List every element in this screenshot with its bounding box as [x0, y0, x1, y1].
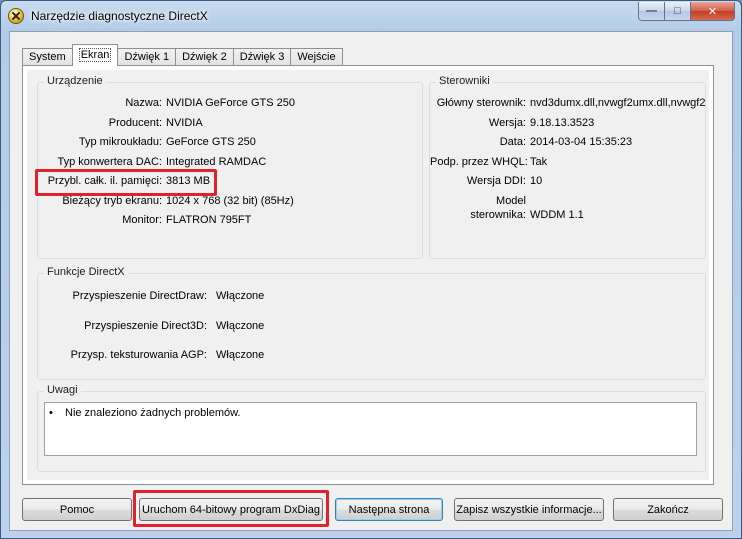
tab-ekran[interactable]: Ekran [71, 44, 119, 66]
directx-app-icon [8, 8, 24, 24]
device-row-dac-type: Typ konwertera DAC: Integrated RAMDAC [38, 156, 424, 170]
device-value: 1024 x 768 (32 bit) (85Hz) [166, 195, 294, 207]
drivers-label: Podp. przez WHQL: [430, 156, 528, 168]
device-label: Typ mikroukładu: [78, 136, 162, 148]
tab-label: Dźwięk 2 [182, 51, 227, 63]
device-row-manufacturer: Producent: NVIDIA [38, 117, 424, 131]
drivers-value: 9.18.13.3523 [530, 117, 595, 129]
drivers-legend: Sterowniki [436, 75, 493, 87]
feature-label: Przysp. teksturowania AGP: [70, 349, 207, 361]
feature-label: Przyspieszenie DirectDraw: [72, 290, 207, 302]
device-row-chip-type: Typ mikroukładu: GeForce GTS 250 [38, 136, 424, 150]
tab-wejscie[interactable]: Wejście [290, 48, 343, 66]
feature-row-directdraw: Przyspieszenie DirectDraw: Włączone [38, 290, 707, 304]
note-item: Nie znaleziono żadnych problemów. [65, 407, 241, 419]
device-row-name: Nazwa: NVIDIA GeForce GTS 250 [38, 97, 424, 111]
drivers-row-whql: Podp. przez WHQL: Tak [430, 156, 707, 170]
save-all-info-button[interactable]: Zapisz wszystkie informacje... [454, 498, 604, 521]
drivers-row-main: Główny sterownik: nvd3dumx.dll,nvwgf2umx… [430, 97, 707, 111]
drivers-row-ddi: Wersja DDI: 10 [430, 175, 707, 189]
device-value: FLATRON 795FT [166, 214, 252, 226]
drivers-label: Wersja DDI: [466, 175, 526, 187]
features-legend: Funkcje DirectX [44, 266, 128, 278]
maximize-icon: □ [674, 5, 681, 17]
device-label: Typ konwertera DAC: [57, 156, 162, 168]
drivers-row-model: sterownika: WDDM 1.1 [430, 209, 707, 223]
device-value: Integrated RAMDAC [166, 156, 267, 168]
device-label: Nazwa: [125, 97, 162, 109]
tab-label: Dźwięk 3 [239, 51, 285, 63]
dialog-body: System Ekran Dźwięk 1 Dźwięk 2 Dźwięk 3 … [9, 31, 733, 531]
maximize-button[interactable]: □ [665, 2, 691, 21]
device-value: NVIDIA GeForce GTS 250 [166, 97, 295, 109]
notes-legend: Uwagi [44, 384, 81, 396]
device-label: Bieżący tryb ekranu: [62, 195, 162, 207]
feature-value: Włączone [216, 320, 265, 332]
feature-label: Przyspieszenie Direct3D: [84, 320, 207, 332]
drivers-label: sterownika: [470, 209, 526, 221]
tab-label: Ekran [78, 48, 112, 62]
device-value: GeForce GTS 250 [166, 136, 256, 148]
save-all-button-label: Zapisz wszystkie informacje... [456, 503, 602, 516]
drivers-group: Sterowniki Główny sterownik: nvd3dumx.dl… [429, 75, 707, 259]
drivers-row-model-top: Model [430, 195, 707, 209]
minimize-button[interactable]: — [638, 2, 665, 21]
device-label: Monitor: [122, 214, 162, 226]
device-legend: Urządzenie [44, 75, 106, 87]
notes-group: Uwagi • Nie znaleziono żadnych problemów… [37, 384, 706, 472]
caption-buttons: — □ ✕ [638, 2, 735, 21]
tab-strip: System Ekran Dźwięk 1 Dźwięk 2 Dźwięk 3 … [22, 44, 343, 66]
feature-value: Włączone [216, 290, 265, 302]
help-button-label: Pomoc [59, 503, 95, 516]
dxdiag-window: Narzędzie diagnostyczne DirectX — □ ✕ Sy… [0, 0, 742, 539]
drivers-value: 10 [530, 175, 543, 187]
drivers-row-date: Data: 2014-03-04 15:35:23 [430, 136, 707, 150]
drivers-label: Data: [499, 136, 526, 148]
tab-label: System [29, 51, 66, 63]
exit-button-label: Zakończ [647, 503, 689, 516]
drivers-label: Główny sterownik: [436, 97, 526, 109]
tab-dzwiek-2[interactable]: Dźwięk 2 [175, 48, 234, 66]
drivers-value: WDDM 1.1 [530, 209, 584, 221]
tab-dzwiek-1[interactable]: Dźwięk 1 [117, 48, 177, 66]
exit-button[interactable]: Zakończ [613, 498, 723, 521]
help-button[interactable]: Pomoc [22, 498, 132, 521]
drivers-row-version: Wersja: 9.18.13.3523 [430, 117, 707, 131]
device-row-monitor: Monitor: FLATRON 795FT [38, 214, 424, 228]
memory-highlight-box [35, 169, 217, 196]
title-bar[interactable]: Narzędzie diagnostyczne DirectX — □ ✕ [1, 1, 741, 31]
notes-textbox[interactable]: • Nie znaleziono żadnych problemów. [44, 402, 697, 456]
device-group: Urządzenie Nazwa: NVIDIA GeForce GTS 250… [35, 75, 424, 259]
drivers-value: 2014-03-04 15:35:23 [530, 136, 633, 148]
window-title: Narzędzie diagnostyczne DirectX [31, 9, 208, 23]
drivers-label: Wersja: [488, 117, 526, 129]
next-page-button-label: Następna strona [348, 503, 430, 516]
device-row-display-mode: Bieżący tryb ekranu: 1024 x 768 (32 bit)… [38, 195, 424, 209]
drivers-value: nvd3dumx.dll,nvwgf2umx.dll,nvwgf2 [530, 97, 706, 109]
tab-label: Wejście [297, 51, 336, 63]
drivers-value: Tak [530, 156, 548, 168]
bullet-icon: • [49, 407, 53, 419]
tab-dzwiek-3[interactable]: Dźwięk 3 [232, 48, 292, 66]
close-icon: ✕ [707, 5, 718, 18]
feature-row-direct3d: Przyspieszenie Direct3D: Włączone [38, 320, 707, 334]
device-value: NVIDIA [166, 117, 203, 129]
display-tab-panel: Urządzenie Nazwa: NVIDIA GeForce GTS 250… [22, 65, 714, 485]
next-page-button[interactable]: Następna strona [335, 498, 443, 521]
directx-features-group: Funkcje DirectX Przyspieszenie DirectDra… [37, 266, 707, 380]
close-button[interactable]: ✕ [691, 2, 735, 21]
panel-inner: Urządzenie Nazwa: NVIDIA GeForce GTS 250… [27, 70, 709, 480]
tab-label: Dźwięk 1 [124, 51, 170, 63]
feature-row-agp: Przysp. teksturowania AGP: Włączone [38, 349, 707, 363]
feature-value: Włączone [216, 349, 265, 361]
tab-system[interactable]: System [22, 48, 73, 66]
minimize-icon: — [646, 5, 657, 17]
run64-highlight-box [133, 490, 329, 527]
drivers-label: Model [496, 195, 526, 207]
device-label: Producent: [108, 117, 162, 129]
